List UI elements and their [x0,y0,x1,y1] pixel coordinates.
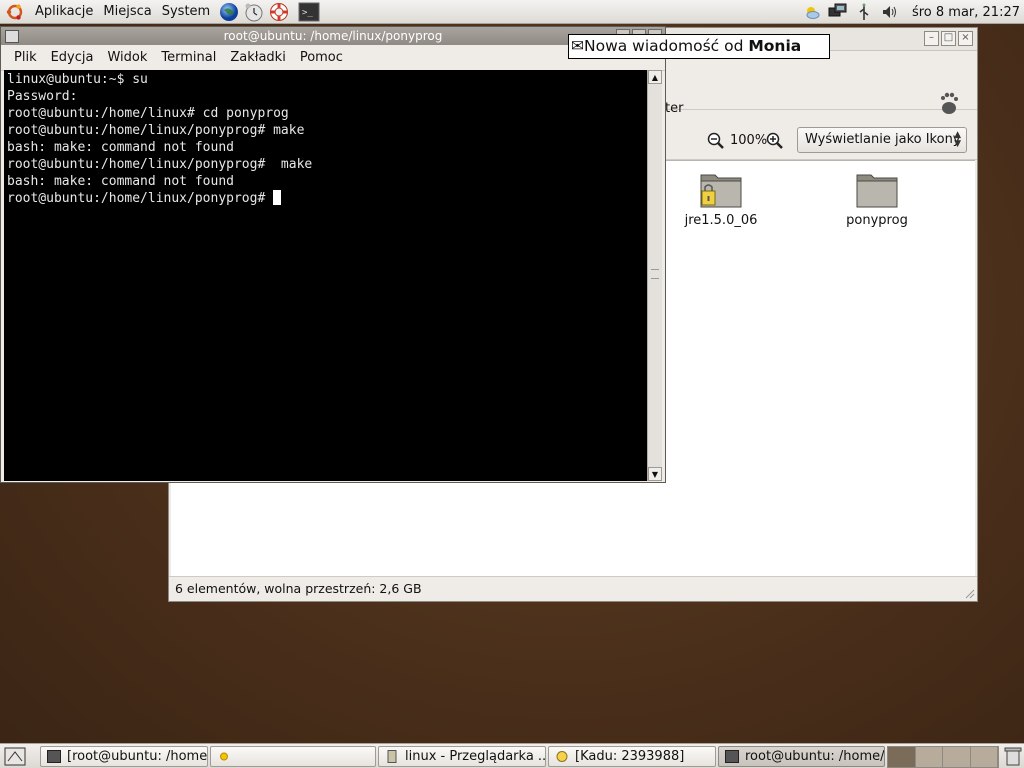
task-label: [root@ubuntu: /home... [67,749,208,764]
workspace-switcher[interactable] [887,746,999,768]
task-label: root@ubuntu: /home/... [745,749,885,764]
terminal-line: root@ubuntu:/home/linux/ponyprog# make [7,157,313,172]
terminal-line: root@ubuntu:/home/linux/ponyprog# make [7,123,305,138]
view-mode-value: Wyświetlanie jako Ikony [805,132,961,147]
workspace-4[interactable] [970,747,998,767]
select-arrows-icon: ▲ ▼ [954,130,961,149]
menu-system[interactable]: System [157,4,215,19]
workspace-2[interactable] [915,747,943,767]
weather-icon[interactable] [802,2,822,22]
menu-pomoc[interactable]: Pomoc [293,50,350,65]
terminal-icon[interactable]: >_ [298,1,320,23]
menu-terminal[interactable]: Terminal [154,50,223,65]
globe-icon[interactable] [218,1,240,23]
clock-label[interactable]: śro 8 mar, 21:27 [912,5,1020,20]
menu-miejsca[interactable]: Miejsca [98,4,156,19]
zoom-in-icon[interactable] [766,132,784,150]
fm-statusbar: 6 elementów, wolna przestrzeń: 2,6 GB [169,576,977,601]
folder-jre[interactable]: jre1.5.0_06 [671,169,771,228]
terminal-screen[interactable]: linux@ubuntu:~$ su Password: root@ubuntu:/… [4,70,647,481]
volume-icon[interactable] [880,2,900,22]
task-weather[interactable] [210,746,376,767]
scroll-down-arrow-icon[interactable]: ▼ [648,467,662,481]
scroll-up-arrow-icon[interactable]: ▲ [648,70,662,84]
task-kadu[interactable]: [Kadu: 2393988] [548,746,716,767]
folder-label: jre1.5.0_06 [684,213,758,228]
scroll-grip-icon [651,269,659,279]
terminal-cursor [273,190,282,205]
terminal-line: Password: [7,89,78,104]
envelope-icon: ✉ [571,37,584,55]
show-desktop-icon[interactable] [3,746,27,767]
menu-widok[interactable]: Widok [100,50,154,65]
terminal-icon [47,750,61,763]
ubuntu-logo-icon[interactable] [6,3,24,21]
status-text: 6 elementów, wolna przestrzeń: 2,6 GB [175,581,422,596]
trash-icon[interactable] [1004,746,1022,766]
terminal-icon [725,750,739,763]
lifebuoy-icon[interactable] [268,1,290,23]
zoom-out-icon[interactable] [707,132,725,150]
terminal-title: root@ubuntu: /home/linux/ponyprog [223,29,443,43]
terminal-line: bash: make: command not found [7,140,234,155]
terminal-scrollbar[interactable]: ▲ ▼ [647,70,662,481]
network-icon[interactable] [828,2,848,22]
clock-icon[interactable] [243,1,265,23]
locked-folder-icon [700,174,742,208]
terminal-line: linux@ubuntu:~$ su [7,72,148,87]
task-label: [Kadu: 2393988] [575,749,685,764]
notification-text: Nowa wiadomość od [584,37,749,55]
resize-grip-icon[interactable] [963,587,975,599]
folder-ponyprog[interactable]: ponyprog [827,169,927,228]
terminal-line: root@ubuntu:/home/linux# cd ponyprog [7,106,289,121]
notification-sender: Monia [748,37,802,55]
task-terminal-2[interactable]: root@ubuntu: /home/... [718,746,885,767]
usb-icon[interactable] [854,2,874,22]
gnome-foot-icon [941,92,958,114]
terminal-titlebar[interactable]: root@ubuntu: /home/linux/ponyprog [1,27,665,45]
window-menu-icon[interactable] [5,30,19,43]
zoom-level[interactable]: 100% [730,133,767,148]
svg-text:>_: >_ [302,8,313,18]
menu-edycja[interactable]: Edycja [44,50,101,65]
terminal-menubar: Plik Edycja Widok Terminal Zakładki Pomo… [1,45,665,71]
terminal-line: bash: make: command not found [7,174,234,189]
folder-label: ponyprog [846,213,908,228]
toolbar-partial-label[interactable]: ter [665,101,683,116]
task-file-browser[interactable]: linux - Przeglądarka ... [378,746,546,767]
view-mode-select[interactable]: Wyświetlanie jako Ikony ▲ ▼ [797,127,967,153]
message-notification[interactable]: ✉Nowa wiadomość od Monia [568,34,830,59]
kadu-icon [556,751,568,762]
workspace-3[interactable] [943,747,971,767]
file-cabinet-icon [387,750,397,763]
minimize-button[interactable]: – [924,31,939,46]
menu-zakladki[interactable]: Zakładki [223,50,292,65]
workspace-1[interactable] [888,747,916,767]
bottom-panel: [root@ubuntu: /home... linux - Przegląda… [0,743,1024,768]
close-button[interactable]: × [958,31,973,46]
system-tray: śro 8 mar, 21:27 [802,0,1024,24]
menu-aplikacje[interactable]: Aplikacje [30,4,98,19]
top-panel: Aplikacje Miejsca System >_ śro 8 mar, 2… [0,0,1024,24]
terminal-prompt-line: root@ubuntu:/home/linux/ponyprog# [7,190,644,207]
maximize-button[interactable]: □ [941,31,956,46]
sun-icon [220,752,228,761]
terminal-window: root@ubuntu: /home/linux/ponyprog Plik E… [0,26,666,483]
menu-plik[interactable]: Plik [7,50,44,65]
task-label: linux - Przeglądarka ... [405,749,546,764]
terminal-prompt: root@ubuntu:/home/linux/ponyprog# [7,191,274,206]
task-terminal-1[interactable]: [root@ubuntu: /home... [40,746,208,767]
folder-icon [856,174,898,208]
